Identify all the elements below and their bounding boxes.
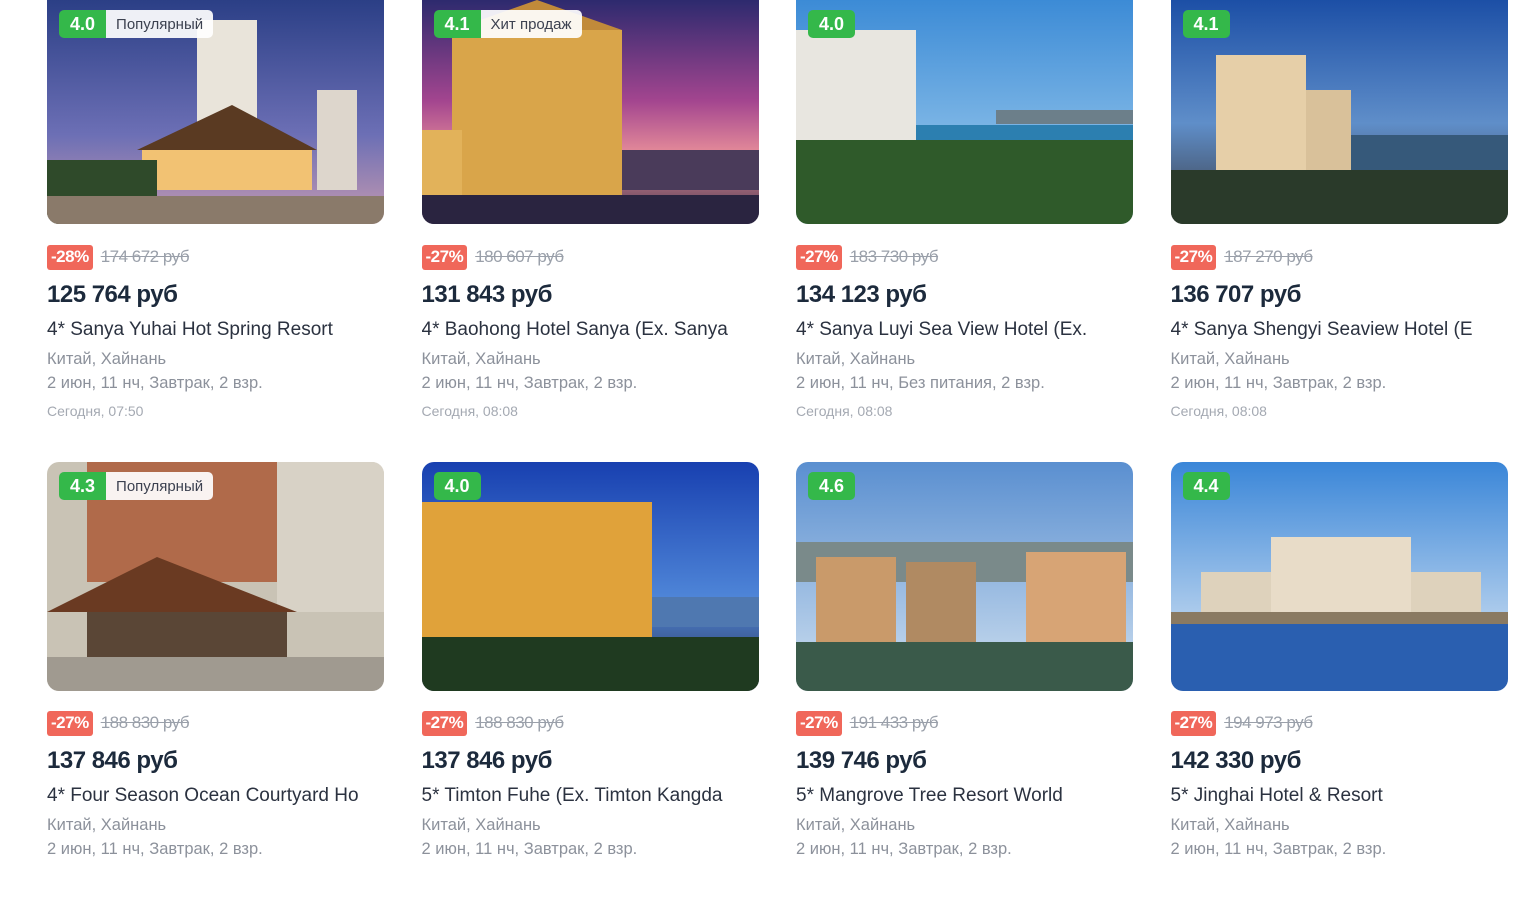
hotel-card[interactable]: 4.0 -27% 183 730 руб 134 123 руб 4* Sany… bbox=[796, 0, 1133, 440]
hotel-grid-row-2: 4.3 Популярный -27% 188 830 руб 137 846 … bbox=[47, 462, 1508, 902]
price: 137 846 руб bbox=[421, 747, 553, 774]
hotel-name[interactable]: 4* Four Season Ocean Courtyard Ho bbox=[47, 783, 384, 809]
discount-badge: -27% bbox=[1170, 710, 1217, 736]
price: 137 846 руб bbox=[47, 747, 178, 774]
hotel-name[interactable]: 5* Timton Fuhe (Ex. Timton Kangda bbox=[422, 783, 759, 809]
rating-badge: 4.6 bbox=[808, 472, 856, 500]
updated-time: Сегодня, 08:08 bbox=[796, 403, 893, 419]
old-price: 187 270 руб bbox=[1224, 247, 1313, 266]
hotel-name[interactable]: 4* Baohong Hotel Sanya (Ex. Sanya bbox=[422, 317, 759, 343]
badges: 4.6 bbox=[808, 472, 856, 500]
hotel-card[interactable]: 4.1 -27% 187 270 руб 136 707 руб 4* Sany… bbox=[1170, 0, 1508, 440]
hotel-name[interactable]: 4* Sanya Luyi Sea View Hotel (Ex. bbox=[796, 317, 1133, 343]
tour-details: 2 июн, 11 нч, Завтрак, 2 взр. bbox=[421, 374, 638, 392]
badges: 4.4 bbox=[1182, 472, 1230, 500]
hotel-grid-row-1: 4.0 Популярный -28% 174 672 руб 125 764 … bbox=[47, 0, 1508, 440]
discount-badge: -27% bbox=[1170, 244, 1217, 270]
updated-time: Сегодня, 08:08 bbox=[1170, 403, 1267, 419]
badges: 4.0 bbox=[433, 472, 481, 500]
badges: 4.0 bbox=[808, 10, 856, 38]
hotel-location: Китай, Хайнань bbox=[796, 350, 916, 368]
hotel-card[interactable]: 4.3 Популярный -27% 188 830 руб 137 846 … bbox=[47, 462, 384, 902]
old-price: 194 973 руб bbox=[1224, 713, 1313, 732]
price: 139 746 руб bbox=[796, 747, 927, 774]
hotel-location: Китай, Хайнань bbox=[421, 816, 541, 834]
hotel-name[interactable]: 5* Jinghai Hotel & Resort bbox=[1171, 783, 1508, 809]
price: 136 707 руб bbox=[1170, 281, 1302, 308]
tour-details: 2 июн, 11 нч, Завтрак, 2 взр. bbox=[796, 840, 1012, 858]
hotel-location: Китай, Хайнань bbox=[1170, 350, 1290, 368]
hotel-card[interactable]: 4.6 -27% 191 433 руб 139 746 руб 5* Mang… bbox=[796, 462, 1133, 902]
rating-badge: 4.1 bbox=[1182, 10, 1230, 38]
rating-badge: 4.4 bbox=[1182, 472, 1230, 500]
hotel-name[interactable]: 4* Sanya Shengyi Seaview Hotel (E bbox=[1171, 317, 1508, 343]
badges: 4.0 Популярный bbox=[59, 10, 214, 38]
rating-badge: 4.3 bbox=[59, 472, 107, 500]
popular-tag: Популярный bbox=[106, 10, 214, 38]
old-price: 191 433 руб bbox=[849, 713, 939, 732]
badges: 4.3 Популярный bbox=[59, 472, 214, 500]
rating-badge: 4.1 bbox=[433, 10, 481, 38]
tour-details: 2 июн, 11 нч, Без питания, 2 взр. bbox=[796, 374, 1045, 392]
discount-badge: -27% bbox=[796, 710, 842, 736]
hotel-location: Китай, Хайнань bbox=[796, 816, 916, 834]
hotel-card[interactable]: 4.4 -27% 194 973 руб 142 330 руб 5* Jing… bbox=[1170, 462, 1508, 902]
popular-tag: Популярный bbox=[106, 472, 214, 500]
price: 134 123 руб bbox=[796, 281, 927, 308]
price: 131 843 руб bbox=[421, 281, 553, 308]
tour-details: 2 июн, 11 нч, Завтрак, 2 взр. bbox=[1170, 374, 1387, 392]
rating-badge: 4.0 bbox=[433, 472, 481, 500]
hotel-name[interactable]: 5* Mangrove Tree Resort World bbox=[796, 783, 1133, 809]
updated-time: Сегодня, 07:50 bbox=[47, 403, 144, 419]
hotel-location: Китай, Хайнань bbox=[47, 350, 167, 368]
discount-badge: -27% bbox=[421, 710, 468, 736]
bestseller-tag: Хит продаж bbox=[480, 10, 582, 38]
hotel-location: Китай, Хайнань bbox=[1170, 816, 1290, 834]
tour-details: 2 июн, 11 нч, Завтрак, 2 взр. bbox=[47, 840, 263, 858]
discount-badge: -27% bbox=[796, 244, 842, 270]
price: 142 330 руб bbox=[1170, 747, 1302, 774]
old-price: 188 830 руб bbox=[475, 713, 564, 732]
hotel-name[interactable]: 4* Sanya Yuhai Hot Spring Resort bbox=[47, 317, 384, 343]
tour-details: 2 июн, 11 нч, Завтрак, 2 взр. bbox=[1170, 840, 1387, 858]
discount-badge: -28% bbox=[47, 244, 93, 270]
old-price: 174 672 руб bbox=[100, 247, 190, 266]
hotel-location: Китай, Хайнань bbox=[47, 816, 167, 834]
rating-badge: 4.0 bbox=[808, 10, 856, 38]
tour-details: 2 июн, 11 нч, Завтрак, 2 взр. bbox=[421, 840, 638, 858]
rating-badge: 4.0 bbox=[59, 10, 107, 38]
updated-time: Сегодня, 08:08 bbox=[421, 403, 518, 419]
badges: 4.1 bbox=[1182, 10, 1230, 38]
hotel-card[interactable]: 4.0 -27% 188 830 руб 137 846 руб 5* Timt… bbox=[421, 462, 759, 902]
badges: 4.1 Хит продаж bbox=[433, 10, 582, 38]
old-price: 183 730 руб bbox=[849, 247, 939, 266]
old-price: 180 607 руб bbox=[475, 247, 564, 266]
tour-details: 2 июн, 11 нч, Завтрак, 2 взр. bbox=[47, 374, 263, 392]
old-price: 188 830 руб bbox=[100, 713, 190, 732]
price: 125 764 руб bbox=[47, 281, 178, 308]
hotel-location: Китай, Хайнань bbox=[421, 350, 541, 368]
hotel-card[interactable]: 4.1 Хит продаж -27% 180 607 руб 131 843 … bbox=[421, 0, 759, 440]
hotel-card[interactable]: 4.0 Популярный -28% 174 672 руб 125 764 … bbox=[47, 0, 384, 440]
discount-badge: -27% bbox=[421, 244, 468, 270]
discount-badge: -27% bbox=[47, 710, 93, 736]
